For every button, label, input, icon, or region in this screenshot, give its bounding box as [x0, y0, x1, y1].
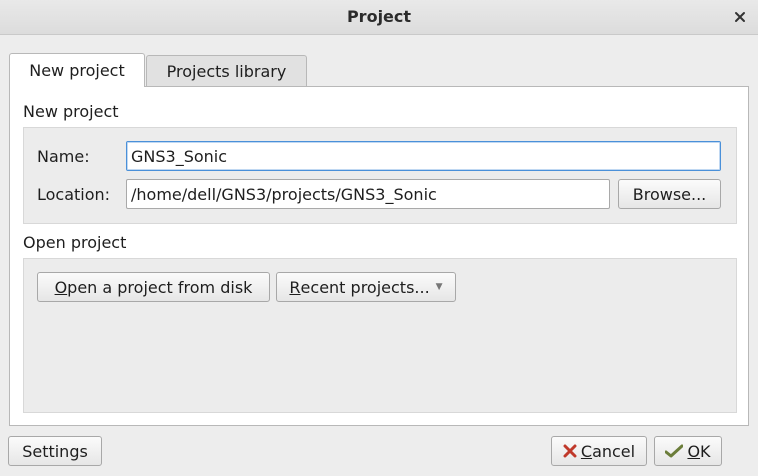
settings-button[interactable]: Settings: [8, 436, 102, 466]
open-from-disk-label: pen a project from disk: [67, 277, 253, 297]
location-input[interactable]: [126, 179, 610, 209]
tab-projects-library[interactable]: Projects library: [146, 55, 307, 86]
ok-mnemonic: O: [687, 441, 701, 461]
cancel-mnemonic: C: [580, 441, 593, 461]
location-label: Location:: [37, 185, 111, 204]
close-icon: [735, 12, 745, 22]
name-input[interactable]: [126, 141, 721, 171]
new-project-section-label: New project: [23, 102, 119, 121]
tab-panel: New project Name: Location: Browse... Op…: [9, 86, 749, 426]
name-label: Name:: [37, 147, 90, 166]
cancel-button[interactable]: Cancel: [551, 436, 647, 466]
recent-projects-mnemonic: R: [289, 277, 301, 297]
recent-projects-label: ecent projects...: [300, 277, 430, 297]
cancel-label: ancel: [592, 441, 636, 461]
open-project-section-label: Open project: [23, 233, 127, 252]
browse-button-label: Browse...: [632, 184, 707, 204]
ok-label: K: [700, 441, 711, 461]
open-project-group: Open a project from disk Recent projects…: [23, 258, 737, 413]
open-from-disk-mnemonic: O: [54, 277, 68, 297]
tab-new-project[interactable]: New project: [9, 53, 145, 87]
new-project-group: Name: Location: Browse...: [23, 127, 737, 224]
cancel-x-icon: [563, 444, 577, 458]
recent-projects-dropdown[interactable]: Recent projects... ▼: [276, 272, 456, 302]
window-title: Project: [346, 7, 412, 26]
tab-projects-library-label: Projects library: [166, 61, 287, 81]
ok-check-icon: [665, 444, 684, 458]
browse-button[interactable]: Browse...: [618, 179, 721, 209]
open-from-disk-button[interactable]: Open a project from disk: [37, 272, 270, 302]
ok-button[interactable]: OK: [654, 436, 722, 466]
settings-button-label: Settings: [22, 441, 88, 461]
tab-new-project-label: New project: [29, 61, 125, 80]
title-bar: Project: [0, 0, 758, 35]
dropdown-arrow-icon: ▼: [435, 282, 443, 292]
close-button[interactable]: [728, 5, 752, 29]
